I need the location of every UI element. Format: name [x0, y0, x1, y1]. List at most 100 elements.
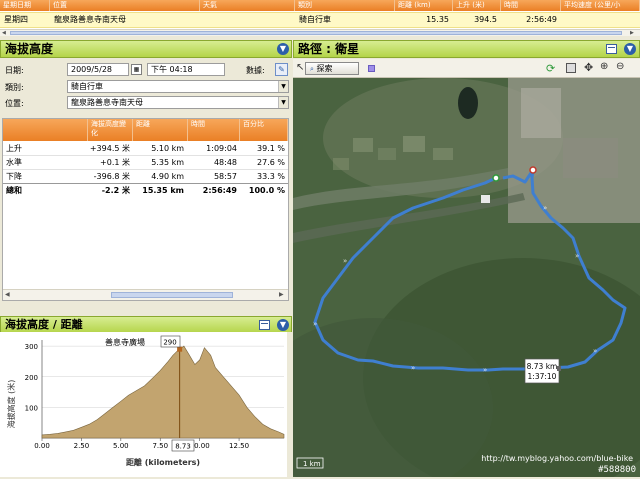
- stats-header-elevation-change[interactable]: 海拔高度變化: [88, 119, 133, 141]
- stats-header-blank: [3, 119, 88, 141]
- svg-text:»: »: [343, 257, 347, 265]
- type-select[interactable]: 騎自行車 ▼: [67, 80, 289, 93]
- panel-window-icon[interactable]: [259, 320, 270, 330]
- map-panel-header: 路徑 : 衛星 ▼: [293, 40, 640, 58]
- x-tick-label: 5.00: [113, 442, 129, 450]
- search-button[interactable]: ⌕ 探索: [305, 62, 359, 75]
- building: [481, 195, 490, 203]
- column-header-weather[interactable]: 天氣: [200, 0, 295, 11]
- panel-window-icon[interactable]: [606, 44, 617, 54]
- map-scale-label: 1 km: [303, 460, 321, 468]
- stats-horizontal-scrollbar[interactable]: ◀ ▶: [3, 289, 288, 300]
- zoom-out-icon[interactable]: ⊖: [616, 61, 624, 72]
- scroll-left-icon[interactable]: ◀: [5, 291, 10, 298]
- scroll-thumb[interactable]: [10, 31, 622, 35]
- map-toolbar: ↖ ⌕ 探索 ⟳ ✥ ⊕ ⊖: [293, 59, 640, 78]
- cell-time: 2:56:49: [526, 15, 557, 24]
- stats-total-cell: 100.0 %: [248, 186, 285, 195]
- elevation-chart-svg: 0.00 2.50 5.00 7.50 10.00 12.50 300200100 海拔高…: [6, 335, 285, 467]
- svg-text:»: »: [483, 366, 487, 374]
- data-label: 數據:: [246, 66, 265, 75]
- column-header-avg-speed[interactable]: 平均速度 (公里/小: [561, 0, 640, 11]
- svg-text:»: »: [593, 347, 597, 355]
- chart-right-border: [287, 332, 292, 477]
- column-header-time[interactable]: 時間: [501, 0, 561, 11]
- x-tick-label: 7.50: [152, 442, 168, 450]
- satellite-map[interactable]: » » » » » » » 8.73 km 1:37:10 1 km http:…: [293, 78, 640, 477]
- horizontal-scrollbar[interactable]: ◀ ▶: [0, 29, 640, 36]
- stats-header-percent[interactable]: 百分比: [240, 119, 288, 141]
- scroll-right-icon[interactable]: ▶: [279, 291, 284, 298]
- stats-cell: -396.8 米: [93, 172, 130, 181]
- svg-text:»: »: [313, 320, 317, 328]
- column-header-distance[interactable]: 距離 (km): [395, 0, 453, 11]
- scroll-thumb[interactable]: [111, 292, 233, 298]
- x-tick-label: 12.50: [229, 442, 249, 450]
- panel-collapse-icon[interactable]: ▼: [277, 43, 289, 55]
- cell-ascent: 394.5: [474, 15, 497, 24]
- stats-cell: 5.35 km: [151, 158, 184, 167]
- elevation-chart: 0.00 2.50 5.00 7.50 10.00 12.50 300 200 100 海拔高…: [0, 332, 292, 477]
- notes-icon[interactable]: ✎: [275, 63, 288, 76]
- x-axis-label: 距離 (kilometers): [126, 457, 200, 467]
- zoom-in-icon[interactable]: ⊕: [600, 61, 608, 72]
- cell-avg-speed: [561, 13, 636, 27]
- stats-cell: 48:48: [213, 158, 237, 167]
- refresh-icon[interactable]: ⟳: [546, 62, 555, 75]
- route-tooltip-distance: 8.73 km: [527, 362, 558, 371]
- y-tick-label: 100: [25, 404, 38, 412]
- panel-collapse-icon[interactable]: ▼: [277, 319, 289, 331]
- save-icon[interactable]: [566, 63, 576, 73]
- column-header-type[interactable]: 類別: [295, 0, 395, 11]
- stats-row-label: 上升: [6, 144, 22, 153]
- route-start-marker[interactable]: [492, 174, 500, 182]
- date-field[interactable]: 2009/5/28: [67, 63, 129, 76]
- chart-cursor-value: 290: [163, 339, 176, 347]
- stats-cell: +394.5 米: [89, 144, 130, 153]
- elevation-stats-table: 海拔高度變化 距離 時間 百分比 上升 +394.5 米 5.10 km 1:0…: [2, 118, 289, 301]
- map-panel-title: 路徑 : 衛星: [298, 42, 360, 56]
- color-swatch-icon[interactable]: [368, 65, 375, 72]
- date-label: 日期:: [5, 66, 24, 75]
- chevron-down-icon[interactable]: ▼: [278, 97, 288, 108]
- stats-row-label: 下降: [6, 172, 22, 181]
- stats-header-time[interactable]: 時間: [188, 119, 240, 141]
- stats-cell: 33.3 %: [257, 172, 285, 181]
- stats-total-cell: 15.35 km: [142, 186, 184, 195]
- stats-cell: 1:09:04: [206, 144, 237, 153]
- column-header-ascent[interactable]: 上升 (米): [453, 0, 501, 11]
- distance-panel-title: 海拔高度 / 距離: [5, 318, 83, 331]
- time-value: 下午 04:18: [151, 65, 193, 74]
- elevation-area: [41, 345, 285, 439]
- column-header-location[interactable]: 位置: [50, 0, 200, 11]
- search-icon: ⌕: [310, 65, 314, 73]
- image-id-watermark: #588800: [598, 465, 636, 475]
- scroll-right-icon[interactable]: ▶: [630, 30, 637, 36]
- search-button-label: 探索: [316, 64, 333, 73]
- scroll-left-icon[interactable]: ◀: [2, 30, 9, 36]
- cell-weekday: 星期四: [4, 15, 28, 24]
- blog-watermark: http://tw.myblog.yahoo.com/blue-bike: [481, 454, 633, 463]
- y-tick-label: 300: [25, 343, 38, 351]
- column-header-weekday[interactable]: 星期日期: [0, 0, 50, 11]
- svg-text:»: »: [543, 204, 547, 212]
- stats-cell: 58:57: [213, 172, 237, 181]
- location-label: 位置:: [5, 99, 24, 108]
- stats-cell: 4.90 km: [151, 172, 184, 181]
- stats-total-cell: 2:56:49: [202, 186, 237, 195]
- time-field[interactable]: 下午 04:18: [147, 63, 225, 76]
- pan-icon[interactable]: ✥: [584, 61, 593, 74]
- calendar-icon[interactable]: ▦: [131, 64, 142, 75]
- stats-cell: 5.10 km: [151, 144, 184, 153]
- chevron-down-icon[interactable]: ▼: [278, 81, 288, 92]
- date-value: 2009/5/28: [71, 65, 113, 74]
- location-select[interactable]: 龍泉路善息寺南天母 ▼: [67, 96, 289, 109]
- elevation-panel-header: 海拔高度 ▼: [0, 40, 292, 58]
- route-end-marker[interactable]: [529, 166, 537, 174]
- panel-collapse-icon[interactable]: ▼: [624, 43, 636, 55]
- chart-cursor-marker[interactable]: [177, 346, 183, 352]
- satellite-map-svg: » » » » » » » 8.73 km 1:37:10 1 km http:…: [293, 78, 640, 477]
- stats-header-distance[interactable]: 距離: [133, 119, 188, 141]
- y-axis-label: 海拔高度 (米): [6, 380, 16, 429]
- cursor-tool-icon[interactable]: ↖: [296, 62, 304, 73]
